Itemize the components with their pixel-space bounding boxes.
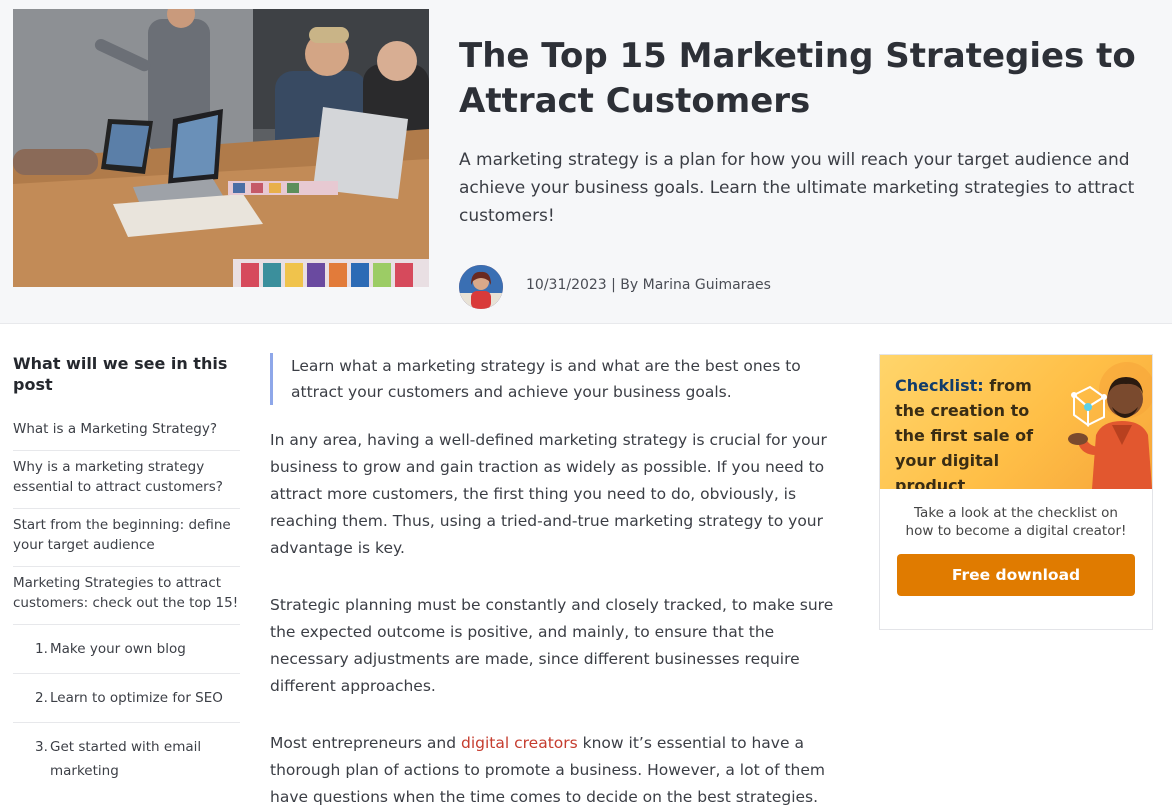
toc-item-what-is-strategy[interactable]: What is a Marketing Strategy? [13, 413, 240, 451]
article-paragraph: Most entrepreneurs and digital creators … [270, 730, 847, 807]
toc-subitem-label: Learn to optimize for SEO [50, 690, 223, 706]
table-of-contents: What will we see in this post What is a … [13, 353, 240, 795]
hero-image [13, 9, 429, 287]
toc-subitem-number: 1. [35, 641, 48, 657]
article-body: Learn what a marketing strategy is and w… [270, 353, 847, 807]
cta-heading-accent: Checklist: [895, 376, 984, 395]
checklist-cta-card: Checklist: from the creation to the firs… [879, 354, 1153, 630]
article-paragraph: Strategic planning must be constantly an… [270, 596, 834, 695]
toc-subitem-blog[interactable]: 1. Make your own blog [13, 625, 240, 674]
toc-subitem-label: Make your own blog [50, 641, 186, 657]
page-title: The Top 15 Marketing Strategies to Attra… [459, 36, 1136, 121]
article-lead: Learn what a marketing strategy is and w… [270, 353, 847, 405]
toc-subitem-number: 2. [35, 690, 48, 706]
toc-subitem-email[interactable]: 3. Get started with email marketing [13, 723, 240, 795]
toc-item-top-15[interactable]: Marketing Strategies to attract customer… [13, 567, 240, 625]
toc-item-target-audience[interactable]: Start from the beginning: define your ta… [13, 509, 240, 567]
cta-banner: Checklist: from the creation to the firs… [880, 355, 1152, 489]
page-subtitle: A marketing strategy is a plan for how y… [459, 150, 1135, 226]
cta-description: Take a look at the checklist on how to b… [905, 505, 1127, 539]
toc-title: What will we see in this post [13, 354, 228, 394]
cta-illustration [1068, 362, 1152, 489]
digital-creators-link[interactable]: digital creators [461, 734, 578, 752]
toc-sublist: 1. Make your own blog 2. Learn to optimi… [13, 625, 240, 795]
author-avatar[interactable] [459, 265, 503, 309]
toc-subitem-number: 3. [35, 739, 48, 755]
post-header: The Top 15 Marketing Strategies to Attra… [0, 0, 1172, 324]
paragraph-text: Most entrepreneurs and [270, 734, 461, 752]
free-download-button[interactable]: Free download [897, 554, 1135, 596]
post-meta: 10/31/2023 | By Marina Guimaraes [526, 277, 771, 293]
article-paragraph: In any area, having a well-defined marke… [270, 431, 827, 557]
toc-subitem-label: Get started with email marketing [50, 739, 202, 779]
toc-subitem-seo[interactable]: 2. Learn to optimize for SEO [13, 674, 240, 723]
toc-item-why-essential[interactable]: Why is a marketing strategy essential to… [13, 451, 240, 509]
